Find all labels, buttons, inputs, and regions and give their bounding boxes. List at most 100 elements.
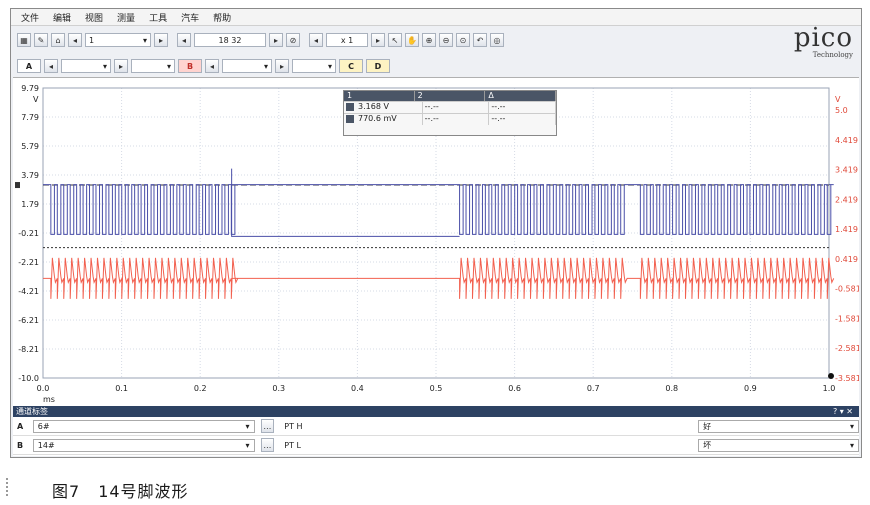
right-tick-label: 5.0 bbox=[835, 106, 848, 115]
right-tick-label: -2.581 bbox=[835, 344, 859, 353]
channel-row-b: B 14# ▾ … PT L 坏 ▾ bbox=[13, 436, 859, 455]
menu-auto[interactable]: 汽车 bbox=[181, 11, 199, 24]
prev-buffer-button[interactable]: ◂ bbox=[68, 33, 82, 47]
left-tick-label: -6.21 bbox=[18, 316, 39, 325]
channel-a-status-select[interactable]: 好 ▾ bbox=[698, 419, 859, 433]
left-tick-label: 7.79 bbox=[21, 113, 39, 122]
menu-bar: 文件 编辑 视图 测量 工具 汽车 帮助 bbox=[11, 9, 861, 26]
menu-file[interactable]: 文件 bbox=[21, 11, 39, 24]
left-tick-label: 3.79 bbox=[21, 171, 39, 180]
x-axis-label: ms bbox=[43, 395, 55, 404]
zoom-fit-icon[interactable]: ⊙ bbox=[456, 33, 470, 47]
channel-b-coupling[interactable]: ▾ bbox=[292, 59, 336, 73]
chevron-down-icon: ▾ bbox=[142, 35, 147, 45]
channel-a-prev-button[interactable]: ◂ bbox=[44, 59, 58, 73]
channel-label-panel: 通道标签 ? ▾ ✕ A 6# ▾ … PT H 好 ▾ B 14# ▾ … PT L… bbox=[13, 406, 859, 456]
left-tick-label: -0.21 bbox=[18, 229, 39, 238]
app-window: 文件 编辑 视图 测量 工具 汽车 帮助 ▦ ✎ ⌂ ◂ 1 ▾ ▸ ◂ 18 3… bbox=[10, 8, 862, 458]
ellipsis-icon[interactable]: … bbox=[260, 438, 275, 452]
chevron-down-icon: ▾ bbox=[166, 61, 171, 71]
menu-measure[interactable]: 测量 bbox=[117, 11, 135, 24]
right-tick-label: -0.581 bbox=[835, 285, 859, 294]
cursor-table[interactable]: 1 2 Δ 3.168 V --.-- --.-- 770.6 mV --.--… bbox=[343, 90, 557, 136]
channel-a-range[interactable]: ▾ bbox=[61, 59, 111, 73]
right-axis-unit: V bbox=[835, 95, 841, 104]
right-tick-label: 4.419 bbox=[835, 136, 858, 145]
home-icon[interactable]: ⌂ bbox=[51, 33, 65, 47]
pen-icon[interactable]: ✎ bbox=[34, 33, 48, 47]
x-tick-label: 0.4 bbox=[351, 384, 364, 393]
zoom-reset-icon[interactable]: ◎ bbox=[490, 33, 504, 47]
pico-logo: pico Technology bbox=[793, 23, 853, 59]
right-tick-label: 3.419 bbox=[835, 166, 858, 175]
channel-b-next-button[interactable]: ▸ bbox=[275, 59, 289, 73]
channel-a-offset-marker bbox=[15, 182, 20, 189]
panel-controls-icon[interactable]: ? ▾ ✕ bbox=[833, 407, 853, 416]
chevron-down-icon: ▾ bbox=[327, 61, 332, 71]
channel-b-square-icon bbox=[346, 115, 354, 123]
chevron-down-icon: ▾ bbox=[245, 440, 250, 450]
buffer-field[interactable]: 1 ▾ bbox=[85, 33, 151, 47]
left-tick-label: -8.21 bbox=[18, 345, 39, 354]
channel-b-name-field[interactable]: PT L bbox=[280, 438, 693, 452]
channel-a-probe-select[interactable]: 6# ▾ bbox=[32, 419, 255, 433]
channel-b-prev-button[interactable]: ◂ bbox=[205, 59, 219, 73]
menu-help[interactable]: 帮助 bbox=[213, 11, 231, 24]
margin-mark bbox=[6, 478, 12, 496]
main-toolbar: ▦ ✎ ⌂ ◂ 1 ▾ ▸ ◂ 18 32 ▸ ⊘ ◂ x 1 ▸ ↖ ✋ ⊕ ⊖… bbox=[11, 27, 861, 53]
left-tick-label: 9.79 bbox=[21, 84, 39, 93]
cursor-table-header: 1 2 Δ bbox=[344, 91, 557, 101]
channel-d-button[interactable]: D bbox=[366, 59, 390, 73]
axis-marker-dot bbox=[828, 373, 834, 379]
zoom-next-button[interactable]: ▸ bbox=[371, 33, 385, 47]
grid-icon[interactable]: ▦ bbox=[17, 33, 31, 47]
timebase-up-button[interactable]: ▸ bbox=[269, 33, 283, 47]
channel-a-button[interactable]: A bbox=[17, 59, 41, 73]
x-tick-label: 1.0 bbox=[823, 384, 836, 393]
right-tick-label: 0.419 bbox=[835, 255, 858, 264]
hand-icon[interactable]: ✋ bbox=[405, 33, 419, 47]
x-tick-label: 0.1 bbox=[115, 384, 128, 393]
menu-tools[interactable]: 工具 bbox=[149, 11, 167, 24]
menu-edit[interactable]: 编辑 bbox=[53, 11, 71, 24]
chevron-down-icon: ▾ bbox=[102, 61, 107, 71]
zoom-out-icon[interactable]: ⊖ bbox=[439, 33, 453, 47]
menu-view[interactable]: 视图 bbox=[85, 11, 103, 24]
x-tick-label: 0.7 bbox=[587, 384, 600, 393]
next-buffer-button[interactable]: ▸ bbox=[154, 33, 168, 47]
series-a-line bbox=[43, 168, 834, 237]
zoom-in-icon[interactable]: ⊕ bbox=[422, 33, 436, 47]
cursor-row-b: 770.6 mV --.-- --.-- bbox=[344, 113, 557, 125]
channel-a-coupling[interactable]: ▾ bbox=[131, 59, 175, 73]
zoom-prev-button[interactable]: ◂ bbox=[309, 33, 323, 47]
channel-c-button[interactable]: C bbox=[339, 59, 363, 73]
ellipsis-icon[interactable]: … bbox=[260, 419, 275, 433]
channel-b-button[interactable]: B bbox=[178, 59, 202, 73]
chevron-down-icon: ▾ bbox=[245, 421, 250, 431]
left-tick-label: -10.0 bbox=[18, 374, 39, 383]
undo-zoom-icon[interactable]: ↶ bbox=[473, 33, 487, 47]
scope-view[interactable]: 0.0 0.1 0.2 0.3 0.4 0.5 0.6 0.7 0.8 0.9 1.0 9.79 7.7… bbox=[13, 77, 859, 406]
timebase-field[interactable]: 18 32 bbox=[194, 33, 266, 47]
channel-b-status-select[interactable]: 坏 ▾ bbox=[698, 438, 859, 452]
channel-a-square-icon bbox=[346, 103, 354, 111]
zoom-field[interactable]: x 1 bbox=[326, 33, 368, 47]
channel-panel-title: 通道标签 ? ▾ ✕ bbox=[13, 406, 859, 417]
figure-caption: 图7 14号脚波形 bbox=[52, 482, 189, 501]
channel-b-probe-select[interactable]: 14# ▾ bbox=[32, 438, 255, 452]
timebase-down-button[interactable]: ◂ bbox=[177, 33, 191, 47]
pointer-icon[interactable]: ↖ bbox=[388, 33, 402, 47]
chevron-down-icon: ▾ bbox=[263, 61, 268, 71]
left-tick-label: 5.79 bbox=[21, 142, 39, 151]
channel-a-next-button[interactable]: ▸ bbox=[114, 59, 128, 73]
cursor-row-a: 3.168 V --.-- --.-- bbox=[344, 101, 557, 113]
x-tick-label: 0.0 bbox=[37, 384, 50, 393]
stop-icon[interactable]: ⊘ bbox=[286, 33, 300, 47]
chevron-down-icon: ▾ bbox=[849, 421, 854, 431]
x-tick-label: 0.8 bbox=[665, 384, 678, 393]
left-tick-label: -2.21 bbox=[18, 258, 39, 267]
channel-a-name-field[interactable]: PT H bbox=[280, 419, 693, 433]
left-tick-label: 1.79 bbox=[21, 200, 39, 209]
channel-b-range[interactable]: ▾ bbox=[222, 59, 272, 73]
right-tick-label: -3.581 bbox=[835, 374, 859, 383]
